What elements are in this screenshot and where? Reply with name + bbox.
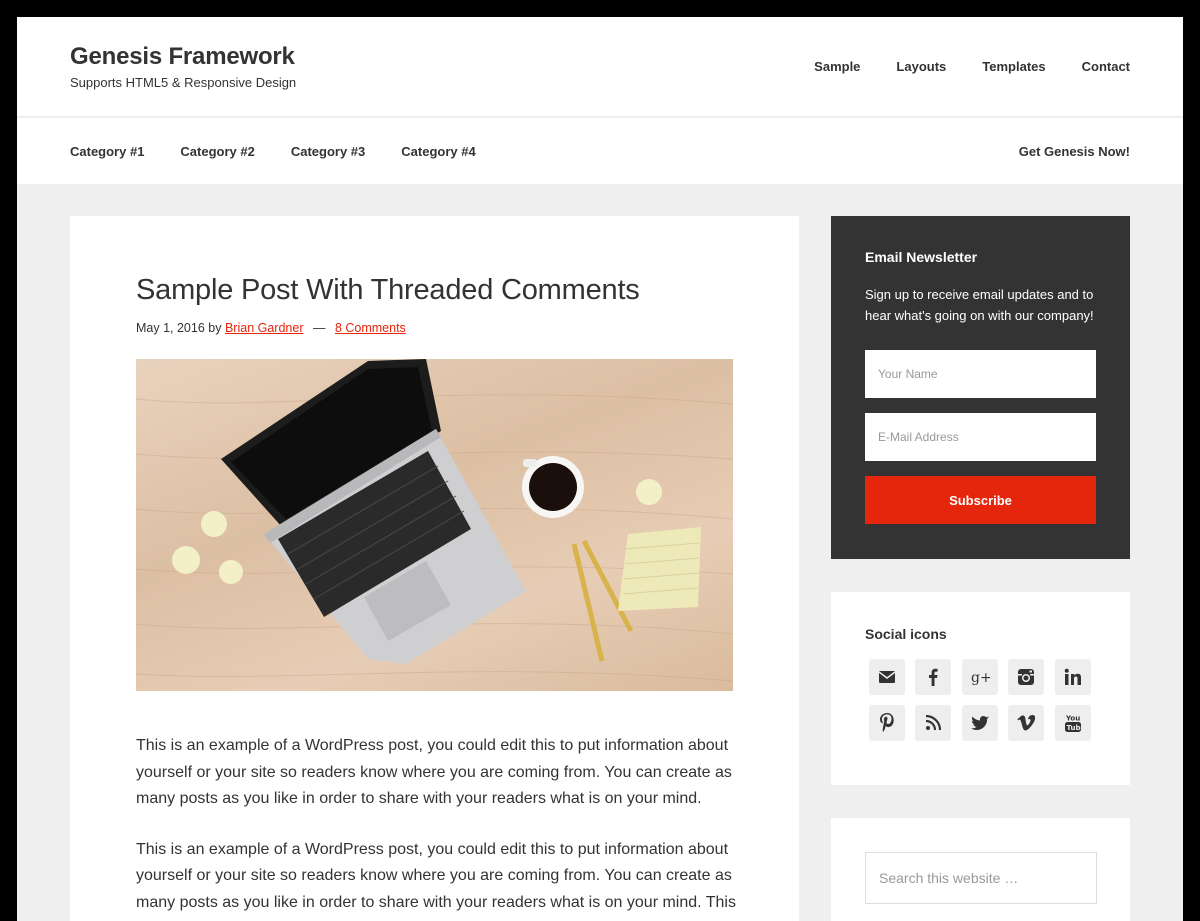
vimeo-icon[interactable] [1008,705,1044,741]
site-header: Genesis Framework Supports HTML5 & Respo… [17,17,1183,117]
featured-image [136,359,733,691]
nav-item-category-3[interactable]: Category #3 [291,144,365,159]
nav-item-templates[interactable]: Templates [982,59,1045,74]
nav-item-category-4[interactable]: Category #4 [401,144,475,159]
svg-text:g+: g+ [971,670,990,686]
search-widget [831,818,1130,921]
svg-text:You: You [1065,715,1080,723]
browser-viewport: Genesis Framework Supports HTML5 & Respo… [17,17,1183,921]
twitter-icon[interactable] [962,705,998,741]
email-field[interactable] [865,413,1096,461]
google-plus-icon[interactable]: g+ [962,659,998,695]
svg-text:Tube: Tube [1067,724,1082,732]
main-content: Sample Post With Threaded Comments May 1… [70,216,799,921]
social-widget: Social icons g+ You Tub [831,592,1130,785]
secondary-nav: Category #1 Category #2 Category #3 Cate… [17,117,1183,184]
name-field[interactable] [865,350,1096,398]
nav-item-category-2[interactable]: Category #2 [180,144,254,159]
linkedin-icon[interactable] [1055,659,1091,695]
get-genesis-link[interactable]: Get Genesis Now! [1019,144,1130,159]
site-title[interactable]: Genesis Framework [70,43,295,71]
nav-item-sample[interactable]: Sample [814,59,860,74]
newsletter-title: Email Newsletter [865,249,978,265]
post-paragraph: This is an example of a WordPress post, … [136,840,736,921]
post-paragraph: This is an example of a WordPress post, … [136,737,732,807]
nav-item-category-1[interactable]: Category #1 [70,144,144,159]
post-meta: May 1, 2016 by Brian Gardner — 8 Comment… [136,321,406,335]
post-date: May 1, 2016 [136,321,205,335]
social-title: Social icons [865,626,947,642]
facebook-icon[interactable] [915,659,951,695]
rss-icon[interactable] [915,705,951,741]
meta-separator: — [312,321,326,335]
email-icon[interactable] [869,659,905,695]
laptop-desk-photo [136,359,733,682]
category-menu: Category #1 Category #2 Category #3 Cate… [70,144,512,159]
post-title[interactable]: Sample Post With Threaded Comments [136,274,640,307]
post-body: This is an example of a WordPress post, … [136,733,736,921]
nav-item-contact[interactable]: Contact [1082,59,1130,74]
post-by: by [208,321,222,335]
pinterest-icon[interactable] [869,705,905,741]
newsletter-widget: Email Newsletter Sign up to receive emai… [831,216,1130,559]
newsletter-description: Sign up to receive email updates and to … [865,287,1094,323]
post-author-link[interactable]: Brian Gardner [225,321,304,335]
primary-nav: Sample Layouts Templates Contact [778,59,1130,74]
instagram-icon[interactable] [1008,659,1044,695]
site-description: Supports HTML5 & Responsive Design [70,75,297,90]
search-input[interactable] [865,852,1097,904]
subscribe-button[interactable]: Subscribe [865,476,1096,524]
nav-item-layouts[interactable]: Layouts [896,59,946,74]
youtube-icon[interactable]: YouTube [1055,705,1091,741]
post-comments-link[interactable]: 8 Comments [335,321,406,335]
